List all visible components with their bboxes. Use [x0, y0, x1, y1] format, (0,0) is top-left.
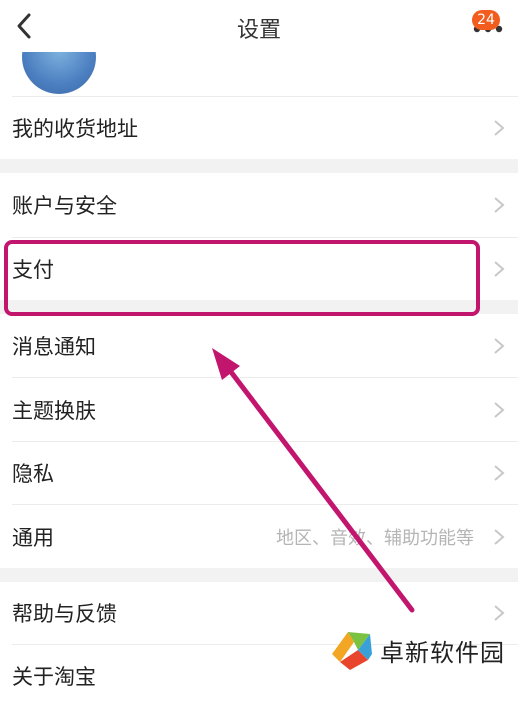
chevron-right-icon: [494, 120, 505, 136]
section-gap: [0, 568, 518, 582]
page-title: 设置: [236, 18, 281, 43]
menu-item-general[interactable]: 通用 地区、音效、辅助功能等: [0, 505, 518, 568]
chevron-right-icon: [494, 337, 505, 354]
chevron-right-icon: [494, 197, 505, 213]
section-gap: [0, 159, 518, 173]
watermark-text: 卓新软件园: [380, 638, 505, 667]
section-gap: [0, 300, 518, 314]
menu-item-notifications[interactable]: 消息通知: [0, 314, 518, 377]
chevron-right-icon: [494, 605, 505, 621]
menu-item-theme[interactable]: 主题换肤: [0, 378, 518, 441]
chevron-right-icon: [494, 261, 505, 277]
menu-item-label: 关于淘宝: [12, 665, 96, 689]
nav-header: 设置 24: [0, 0, 518, 52]
menu-item-label: 主题换肤: [12, 398, 96, 423]
menu-item-label: 消息通知: [12, 334, 96, 359]
menu-item-account-security[interactable]: 账户与安全: [0, 173, 518, 237]
menu-item-label: 我的收货地址: [12, 117, 138, 141]
avatar: [22, 52, 96, 94]
chevron-right-icon: [494, 401, 505, 418]
menu-item-privacy[interactable]: 隐私: [0, 442, 518, 504]
chevron-right-icon: [494, 528, 505, 545]
profile-row[interactable]: [0, 52, 518, 96]
menu-item-subtitle: 地区、音效、辅助功能等: [276, 527, 474, 549]
menu-item-label: 通用: [12, 525, 54, 550]
menu-item-label: 隐私: [12, 462, 54, 486]
more-button[interactable]: 24: [468, 10, 508, 44]
menu-item-label: 帮助与反馈: [12, 602, 117, 626]
menu-item-label: 支付: [12, 258, 54, 282]
watermark: 卓新软件园: [328, 628, 505, 672]
menu-item-payment[interactable]: 支付: [0, 238, 518, 300]
menu-item-address[interactable]: 我的收货地址: [0, 97, 518, 159]
watermark-logo-icon: [332, 632, 372, 670]
menu-item-label: 账户与安全: [12, 194, 117, 218]
notification-badge: 24: [472, 10, 500, 30]
chevron-right-icon: [494, 465, 505, 481]
